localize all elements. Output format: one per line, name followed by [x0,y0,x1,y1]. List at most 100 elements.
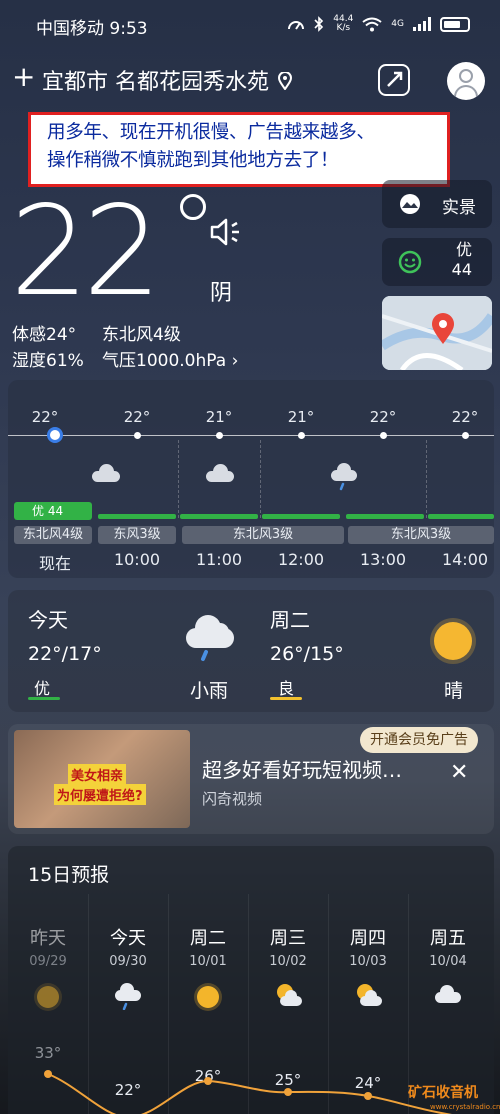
feels-like: 体感24° [12,325,77,345]
hour-time: 10:00 [113,550,161,569]
network-speed: 44.4 K/s [333,14,354,33]
ad-banner[interactable]: 美女相亲 为何屡遭拒绝? 开通会员免广告 超多好看好玩短视频… 闪奇视频 ✕ [8,724,494,834]
cloud-icon [435,985,461,1003]
current-hour-marker [47,427,63,443]
location-pin-icon [277,71,293,91]
ad-title[interactable]: 超多好看好玩短视频… [202,754,402,783]
hour-dot [216,432,223,439]
forecast-day-label: 今天 [110,928,146,949]
forecast-date: 09/29 [29,954,67,969]
realscene-button[interactable]: 实景 [382,180,492,228]
forecast-day-label: 周二 [190,928,226,949]
avatar-button[interactable] [447,62,485,100]
current-condition: 阴 [210,281,233,306]
hour-time: 11:00 [195,550,243,569]
battery-icon [440,16,470,32]
location-title[interactable]: 宜都市 名都花园秀水苑 [42,64,293,96]
cloud-icon [92,464,120,482]
annotation-line-2: 操作稍微不慎就跑到其他地方去了！ [47,150,339,171]
forecast-date: 10/03 [349,954,387,969]
sun-cloud-icon [357,984,382,1006]
hour-dot [134,432,141,439]
hour-column[interactable]: 21° 11:00 [178,380,260,578]
hourly-forecast-panel[interactable]: 22° 现在 22° 10:00 21° 11:00 21° 12:00 22°… [8,380,494,578]
hour-temp: 22° [451,408,479,426]
hour-temp: 22° [31,408,59,426]
wifi-icon [362,17,382,31]
wind-chip: 东风3级 [98,526,176,544]
leaf-face-icon [398,250,422,274]
two-day-panel[interactable]: 今天 22°/17° 优 小雨 周二 26°/15° 良 晴 [8,590,494,712]
forecast-high: 25° [274,1071,302,1089]
share-button[interactable] [378,64,410,96]
hour-time: 14:00 [441,550,489,569]
forecast-day[interactable]: 今天 09/30 22° [88,894,168,1114]
hour-time: 13:00 [359,550,407,569]
tomorrow-label: 周二 [270,608,310,632]
signal-bars-icon [413,17,431,31]
forecast-date: 10/04 [429,954,467,969]
forecast-day-label: 周三 [270,928,306,949]
forecast-day[interactable]: 周五 10/04 [408,894,488,1114]
ad-thumbnail[interactable]: 美女相亲 为何屡遭拒绝? [14,730,190,828]
rain-cloud-icon [331,463,357,491]
tomorrow-condition: 晴 [444,680,464,702]
aqi-bar [346,514,424,519]
forecast-day[interactable]: 周二 10/01 26° [168,894,248,1114]
hour-temp: 22° [369,408,397,426]
hour-temp: 22° [123,408,151,426]
sun-icon [37,986,59,1008]
annotation-overlay: 用多年、现在开机很慢、广告越来越多、 操作稍微不慎就跑到其他地方去了！ [28,112,450,187]
today-label: 今天 [28,608,68,632]
hour-column[interactable]: 22° 14:00 [424,380,494,578]
hour-dot [298,432,305,439]
sun-icon [197,986,219,1008]
remove-ads-button[interactable]: 开通会员免广告 [360,727,478,753]
forecast-date: 10/02 [269,954,307,969]
aqi-button[interactable]: 优 44 [382,238,492,286]
cloud-icon [206,464,234,482]
tomorrow-aqi-bar [270,697,302,700]
hour-separator [178,440,179,518]
aqi-level: 优 [455,240,472,259]
speaker-icon[interactable] [208,214,244,250]
hour-dot [380,432,387,439]
pressure-link[interactable]: 气压1000.0hPa › [102,346,238,371]
forecast-day-label: 周四 [350,928,386,949]
hour-column[interactable]: 22° 现在 [10,380,92,578]
hour-temp: 21° [287,408,315,426]
hour-time: 12:00 [277,550,325,569]
wind-chip: 东北风3级 [348,526,494,544]
ad-source: 闪奇视频 [202,790,263,808]
ad-thumb-text: 美女相亲 [68,764,127,785]
share-icon [387,71,403,87]
hour-dot [462,432,469,439]
status-bar: 中国移动 9:53 44.4 K/s 4G [0,0,500,50]
hourly-aqi-badge: 优 44 [14,502,92,520]
tomorrow-temp: 26°/15° [270,643,344,665]
realscene-label: 实景 [442,198,476,218]
user-icon [459,69,473,83]
forecast-date: 09/30 [109,954,147,969]
forecast-high: 33° [34,1044,62,1062]
rain-cloud-icon [115,983,141,1010]
fifteen-day-forecast-panel[interactable]: 15日预报 昨天 09/29 33° 今天 09/30 22° 周二 10/01… [8,846,494,1114]
aqi-bar [428,514,494,519]
current-wind: 东北风4级 [102,325,181,345]
forecast-day-label: 昨天 [30,928,66,949]
ad-thumb-text: 为何屡遭拒绝? [54,784,146,805]
forecast-day[interactable]: 周四 10/03 24° [328,894,408,1114]
forecast-date: 10/01 [189,954,227,969]
forecast-day[interactable]: 周三 10/02 25° [248,894,328,1114]
close-icon[interactable]: ✕ [450,760,468,785]
hour-column[interactable]: 22° 10:00 [92,380,178,578]
today-condition: 小雨 [190,680,229,702]
aqi-bar [180,514,258,519]
map-button[interactable] [382,296,492,370]
status-icons: 44.4 K/s 4G [287,15,470,33]
bluetooth-icon [314,16,324,32]
signal-type: 4G [391,19,404,29]
tomorrow-aqi: 良 [278,679,295,698]
add-city-icon[interactable]: + [12,62,35,92]
forecast-day[interactable]: 昨天 09/29 33° [8,894,88,1114]
